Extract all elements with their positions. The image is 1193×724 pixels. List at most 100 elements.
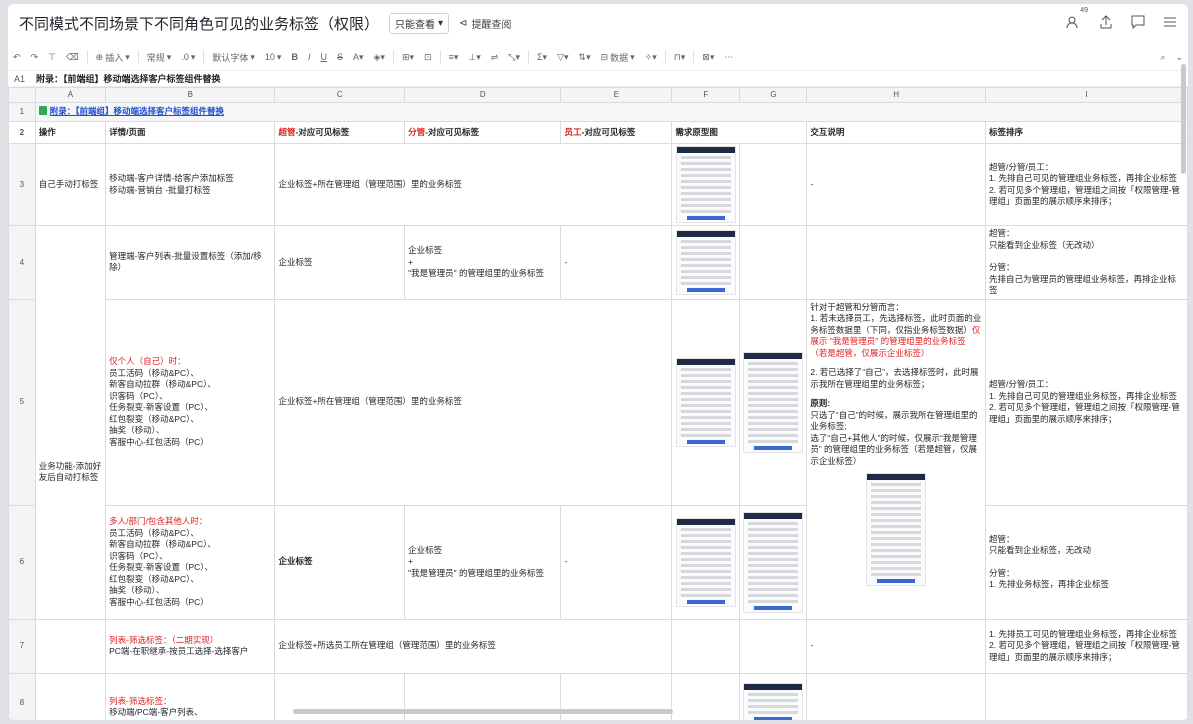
text-color-icon[interactable]: A▾	[348, 47, 369, 67]
cell-g6[interactable]	[739, 504, 808, 620]
undo-icon[interactable]: ↶	[8, 47, 26, 67]
cell-f8[interactable]	[671, 672, 741, 720]
cell-i8[interactable]	[985, 672, 1188, 720]
align-icon[interactable]: ≡▾	[444, 47, 464, 67]
cell-b7[interactable]: 列表-筛选标签：（二期实现） PC端-在职继承-按员工选择-选择客户	[105, 618, 276, 674]
cell-f5[interactable]	[671, 298, 741, 506]
prototype-thumbnail[interactable]	[675, 517, 736, 607]
header-interaction[interactable]: 交互说明	[806, 121, 987, 144]
cell-g5[interactable]	[739, 298, 808, 506]
cell-g7[interactable]	[739, 618, 808, 674]
prototype-thumbnail[interactable]	[675, 357, 736, 447]
cell-c6[interactable]: 企业标签	[274, 504, 406, 620]
vertical-scrollbar[interactable]	[1181, 64, 1186, 174]
header-staff[interactable]: 员工-对应可见标签	[560, 121, 673, 144]
cell-a8[interactable]	[34, 672, 107, 720]
cell-h8[interactable]	[806, 672, 987, 720]
cell-i3[interactable]: 超管/分管/员工： 1. 先排自己可见的管理组业务标签，再排企业标签 2. 若可见多…	[985, 143, 1188, 226]
prototype-thumbnail[interactable]	[743, 511, 804, 613]
cell-a3[interactable]: 自己手动打标签	[34, 143, 107, 226]
merge-icon[interactable]: ⊡	[419, 47, 437, 67]
font-dropdown[interactable]: 默认字体 ▾	[207, 47, 260, 67]
appendix-link[interactable]: 附录：【前端组】移动端选择客户标签组件替换	[50, 106, 224, 116]
filter-icon[interactable]: ▽▾	[552, 47, 573, 67]
redo-icon[interactable]: ↷	[26, 47, 44, 67]
notify-button[interactable]: ⊲ 提醒查阅	[459, 16, 511, 31]
more-icon[interactable]: ⋯	[719, 47, 738, 67]
column-header-d[interactable]: D	[404, 87, 562, 103]
cell-g4[interactable]	[739, 225, 808, 300]
cell-g8[interactable]	[739, 672, 808, 720]
cell-b6[interactable]: 多人/部门/包含其他人时： 员工活码（移动&PC）、 新客自动拉群（移动&PC）、识…	[105, 504, 276, 620]
sort-icon[interactable]: ⇅▾	[574, 47, 596, 67]
column-header-i[interactable]: I	[985, 87, 1188, 103]
border-icon[interactable]: ⊞▾	[397, 47, 419, 67]
lock-icon[interactable]: ⊓▾	[669, 47, 691, 67]
prototype-thumbnail[interactable]	[743, 682, 804, 720]
row-header-1[interactable]: 1	[8, 102, 36, 122]
data-button[interactable]: ⊟ 数据 ▾	[596, 47, 640, 67]
sum-icon[interactable]: Σ▾	[532, 47, 552, 67]
cell-b8[interactable]: 列表-筛选标签： 移动端/PC端-客户列表、	[105, 672, 276, 720]
header-sort[interactable]: 标签排序	[985, 121, 1188, 144]
cell-f7[interactable]	[671, 618, 741, 674]
column-header-h[interactable]: H	[806, 87, 987, 103]
condition-format-icon[interactable]: ✧▾	[640, 47, 662, 67]
cell-b3[interactable]: 移动端-客户详情-给客户添加标签 移动端-营销台 -批量打标签	[105, 143, 276, 226]
row-header-4[interactable]: 4	[8, 225, 36, 300]
cell-a1[interactable]: 附录：【前端组】移动端选择客户标签组件替换	[34, 102, 1188, 122]
row-header-7[interactable]: 7	[8, 618, 36, 674]
cell-c5[interactable]: 企业标签+所在管理组（管理范围）里的业务标签	[274, 298, 673, 506]
cell-h5[interactable]: 针对于超管和分管而言： 1. 若未选择员工，先选择标签，此时页面的业务标签数据里（…	[806, 298, 987, 620]
clear-format-icon[interactable]: ⌫	[61, 47, 84, 67]
cell-b5[interactable]: 仅个人（自己）时： 员工活码（移动&PC）、 新客自动拉群（移动&PC）、 识客码（P…	[105, 298, 276, 506]
cell-c4[interactable]: 企业标签	[274, 225, 406, 300]
header-operation[interactable]: 操作	[34, 121, 107, 144]
cell-e6[interactable]: -	[560, 504, 673, 620]
menu-icon[interactable]	[1162, 14, 1178, 30]
row-header-8[interactable]: 8	[8, 672, 36, 720]
row-header-3[interactable]: 3	[8, 143, 36, 226]
column-header-c[interactable]: C	[274, 87, 406, 103]
share-icon[interactable]	[1098, 14, 1114, 30]
row-header-2[interactable]: 2	[8, 121, 36, 144]
header-sub-admin[interactable]: 分管-对应可见标签	[404, 121, 562, 144]
cell-e4[interactable]: -	[560, 225, 673, 300]
cell-g3[interactable]	[739, 143, 808, 226]
cell-h7[interactable]: -	[806, 618, 987, 674]
cell-f4[interactable]	[671, 225, 741, 300]
number-format-dropdown[interactable]: 常规 ▾	[142, 47, 177, 67]
header-detail[interactable]: 详情/页面	[105, 121, 276, 144]
cell-reference[interactable]: A1	[8, 74, 36, 84]
cell-i7[interactable]: 1. 先排员工可见的管理组业务标签，再排企业标签 2. 若可见多个管理组，管理组之…	[985, 618, 1188, 674]
rotate-icon[interactable]: ⤡▾	[503, 47, 525, 67]
cell-c7[interactable]: 企业标签+所选员工所在管理组（管理范围）里的业务标签	[274, 618, 673, 674]
view-mode-dropdown[interactable]: 只能查看 ▾	[389, 12, 450, 34]
prototype-thumbnail[interactable]	[675, 146, 736, 223]
column-header-f[interactable]: F	[671, 87, 741, 103]
column-header-g[interactable]: G	[739, 87, 808, 103]
select-all-corner[interactable]	[8, 87, 36, 103]
cell-h3[interactable]: -	[806, 143, 987, 226]
cell-i6[interactable]: 超管： 只能看到企业标签，无改动 分管： 1. 先排业务标签，再排企业标签	[985, 504, 1188, 620]
header-prototype[interactable]: 需求原型图	[671, 121, 808, 144]
column-header-b[interactable]: B	[105, 87, 276, 103]
prototype-thumbnail[interactable]	[675, 229, 736, 295]
column-header-a[interactable]: A	[34, 87, 107, 103]
insert-button[interactable]: ⊕ 插入 ▾	[91, 47, 135, 67]
cell-a4[interactable]: 业务功能-添加好友后自动打标签	[34, 225, 107, 620]
cell-d6[interactable]: 企业标签 + "我是管理员" 的管理组里的业务标签	[404, 504, 562, 620]
row-header-6[interactable]: 6	[8, 504, 36, 620]
cell-d4[interactable]: 企业标签 + "我是管理员" 的管理组里的业务标签	[404, 225, 562, 300]
search-icon[interactable]: ⌕	[1155, 47, 1170, 67]
cell-f3[interactable]	[671, 143, 741, 226]
column-header-e[interactable]: E	[560, 87, 673, 103]
prototype-thumbnail[interactable]	[743, 351, 804, 453]
fill-color-icon[interactable]: ◈▾	[369, 47, 390, 67]
cell-b4[interactable]: 管理端-客户列表-批量设置标签（添加/移除）	[105, 225, 276, 300]
font-size-dropdown[interactable]: 10 ▾	[260, 47, 287, 67]
insert-object-icon[interactable]: ⊠▾	[697, 47, 719, 67]
cell-i4[interactable]: 超管： 只能看到企业标签（无改动） 分管： 先排自己为管理员的管理组业务标签，再排企业…	[985, 225, 1188, 300]
collaborators-icon[interactable]: 49	[1066, 7, 1088, 30]
cell-f6[interactable]	[671, 504, 741, 620]
